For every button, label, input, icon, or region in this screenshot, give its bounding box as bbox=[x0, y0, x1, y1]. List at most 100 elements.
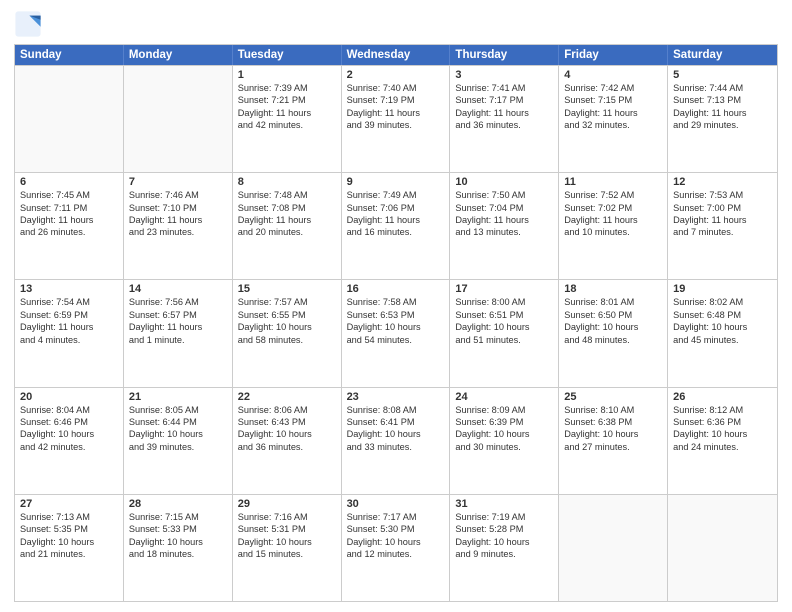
cal-row-3: 20Sunrise: 8:04 AMSunset: 6:46 PMDayligh… bbox=[15, 387, 777, 494]
cell-info-line: Sunrise: 7:54 AM bbox=[20, 296, 118, 308]
day-number: 5 bbox=[673, 69, 772, 81]
day-number: 4 bbox=[564, 69, 662, 81]
cell-info-line: Sunset: 7:00 PM bbox=[673, 202, 772, 214]
cell-info-line: Sunset: 6:41 PM bbox=[347, 416, 445, 428]
cell-info-line: and 26 minutes. bbox=[20, 226, 118, 238]
cell-info-line: and 24 minutes. bbox=[673, 441, 772, 453]
cell-info-line: Daylight: 10 hours bbox=[238, 321, 336, 333]
day-number: 31 bbox=[455, 498, 553, 510]
cell-info-line: and 4 minutes. bbox=[20, 334, 118, 346]
cell-info-line: Daylight: 11 hours bbox=[20, 321, 118, 333]
cell-info-line: Sunset: 5:33 PM bbox=[129, 523, 227, 535]
day-number: 3 bbox=[455, 69, 553, 81]
cell-info-line: Sunset: 5:31 PM bbox=[238, 523, 336, 535]
cell-info-line: Sunrise: 7:41 AM bbox=[455, 82, 553, 94]
header-day-sunday: Sunday bbox=[15, 45, 124, 65]
cell-info-line: Sunrise: 7:15 AM bbox=[129, 511, 227, 523]
day-number: 23 bbox=[347, 391, 445, 403]
cell-info-line: Sunset: 6:48 PM bbox=[673, 309, 772, 321]
day-number: 13 bbox=[20, 283, 118, 295]
cell-info-line: and 18 minutes. bbox=[129, 548, 227, 560]
cell-info-line: Sunrise: 7:16 AM bbox=[238, 511, 336, 523]
cell-info-line: Daylight: 11 hours bbox=[455, 214, 553, 226]
cal-cell-r4c6 bbox=[668, 495, 777, 601]
cell-info-line: and 20 minutes. bbox=[238, 226, 336, 238]
cal-cell-r1c3: 9Sunrise: 7:49 AMSunset: 7:06 PMDaylight… bbox=[342, 173, 451, 279]
cell-info-line: Sunset: 6:39 PM bbox=[455, 416, 553, 428]
cell-info-line: Sunrise: 7:17 AM bbox=[347, 511, 445, 523]
cell-info-line: Sunset: 7:06 PM bbox=[347, 202, 445, 214]
cell-info-line: Sunrise: 8:08 AM bbox=[347, 404, 445, 416]
cell-info-line: and 30 minutes. bbox=[455, 441, 553, 453]
cal-cell-r4c2: 29Sunrise: 7:16 AMSunset: 5:31 PMDayligh… bbox=[233, 495, 342, 601]
day-number: 22 bbox=[238, 391, 336, 403]
day-number: 28 bbox=[129, 498, 227, 510]
day-number: 19 bbox=[673, 283, 772, 295]
cell-info-line: Daylight: 10 hours bbox=[347, 428, 445, 440]
cell-info-line: and 15 minutes. bbox=[238, 548, 336, 560]
cell-info-line: Sunset: 7:11 PM bbox=[20, 202, 118, 214]
day-number: 21 bbox=[129, 391, 227, 403]
day-number: 10 bbox=[455, 176, 553, 188]
calendar-header: SundayMondayTuesdayWednesdayThursdayFrid… bbox=[15, 45, 777, 65]
cell-info-line: Sunset: 6:53 PM bbox=[347, 309, 445, 321]
cal-cell-r2c4: 17Sunrise: 8:00 AMSunset: 6:51 PMDayligh… bbox=[450, 280, 559, 386]
cell-info-line: Daylight: 11 hours bbox=[564, 214, 662, 226]
cell-info-line: Sunrise: 7:42 AM bbox=[564, 82, 662, 94]
cell-info-line: and 16 minutes. bbox=[347, 226, 445, 238]
cal-cell-r4c5 bbox=[559, 495, 668, 601]
cell-info-line: Sunset: 7:04 PM bbox=[455, 202, 553, 214]
cell-info-line: Sunset: 7:15 PM bbox=[564, 94, 662, 106]
cell-info-line: Sunrise: 8:05 AM bbox=[129, 404, 227, 416]
cell-info-line: Sunset: 7:08 PM bbox=[238, 202, 336, 214]
cell-info-line: Sunset: 7:02 PM bbox=[564, 202, 662, 214]
day-number: 8 bbox=[238, 176, 336, 188]
header-day-thursday: Thursday bbox=[450, 45, 559, 65]
cell-info-line: Sunrise: 7:19 AM bbox=[455, 511, 553, 523]
day-number: 27 bbox=[20, 498, 118, 510]
page: SundayMondayTuesdayWednesdayThursdayFrid… bbox=[0, 0, 792, 612]
day-number: 29 bbox=[238, 498, 336, 510]
cell-info-line: Daylight: 11 hours bbox=[20, 214, 118, 226]
cell-info-line: Sunrise: 7:45 AM bbox=[20, 189, 118, 201]
cell-info-line: Daylight: 10 hours bbox=[347, 536, 445, 548]
day-number: 26 bbox=[673, 391, 772, 403]
cell-info-line: and 32 minutes. bbox=[564, 119, 662, 131]
cell-info-line: and 21 minutes. bbox=[20, 548, 118, 560]
cal-cell-r0c1 bbox=[124, 66, 233, 172]
cell-info-line: and 7 minutes. bbox=[673, 226, 772, 238]
cell-info-line: and 23 minutes. bbox=[129, 226, 227, 238]
cell-info-line: Daylight: 10 hours bbox=[673, 428, 772, 440]
day-number: 15 bbox=[238, 283, 336, 295]
day-number: 25 bbox=[564, 391, 662, 403]
cell-info-line: Sunset: 6:36 PM bbox=[673, 416, 772, 428]
cell-info-line: Sunset: 6:44 PM bbox=[129, 416, 227, 428]
cell-info-line: Sunset: 6:51 PM bbox=[455, 309, 553, 321]
cell-info-line: Daylight: 11 hours bbox=[455, 107, 553, 119]
cell-info-line: Sunrise: 7:50 AM bbox=[455, 189, 553, 201]
cal-cell-r0c4: 3Sunrise: 7:41 AMSunset: 7:17 PMDaylight… bbox=[450, 66, 559, 172]
cell-info-line: Sunset: 6:50 PM bbox=[564, 309, 662, 321]
cell-info-line: Daylight: 10 hours bbox=[455, 321, 553, 333]
day-number: 2 bbox=[347, 69, 445, 81]
day-number: 18 bbox=[564, 283, 662, 295]
cell-info-line: Daylight: 11 hours bbox=[564, 107, 662, 119]
header-day-monday: Monday bbox=[124, 45, 233, 65]
cal-cell-r2c1: 14Sunrise: 7:56 AMSunset: 6:57 PMDayligh… bbox=[124, 280, 233, 386]
cal-cell-r0c5: 4Sunrise: 7:42 AMSunset: 7:15 PMDaylight… bbox=[559, 66, 668, 172]
day-number: 30 bbox=[347, 498, 445, 510]
day-number: 17 bbox=[455, 283, 553, 295]
cell-info-line: Sunrise: 7:57 AM bbox=[238, 296, 336, 308]
cell-info-line: Sunrise: 8:10 AM bbox=[564, 404, 662, 416]
cell-info-line: Sunrise: 8:12 AM bbox=[673, 404, 772, 416]
cell-info-line: Sunrise: 8:01 AM bbox=[564, 296, 662, 308]
cell-info-line: Sunset: 6:46 PM bbox=[20, 416, 118, 428]
cell-info-line: Daylight: 10 hours bbox=[347, 321, 445, 333]
cell-info-line: Sunset: 7:19 PM bbox=[347, 94, 445, 106]
cal-cell-r4c3: 30Sunrise: 7:17 AMSunset: 5:30 PMDayligh… bbox=[342, 495, 451, 601]
cell-info-line: and 39 minutes. bbox=[129, 441, 227, 453]
cell-info-line: and 45 minutes. bbox=[673, 334, 772, 346]
cell-info-line: and 29 minutes. bbox=[673, 119, 772, 131]
header-day-tuesday: Tuesday bbox=[233, 45, 342, 65]
cal-cell-r0c6: 5Sunrise: 7:44 AMSunset: 7:13 PMDaylight… bbox=[668, 66, 777, 172]
